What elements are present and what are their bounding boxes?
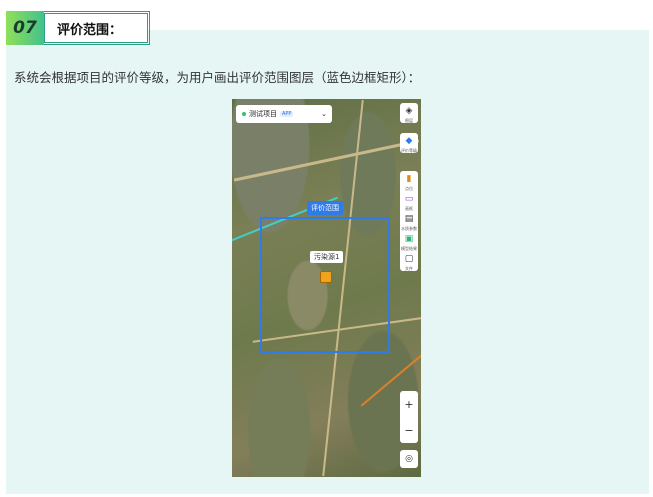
folder-icon: ▢ xyxy=(404,254,414,264)
chart-label: 模型结果 xyxy=(401,246,417,251)
stack-icon: ◆ xyxy=(405,136,413,146)
map-road xyxy=(233,139,420,182)
zoom-in-button[interactable]: + xyxy=(404,398,413,411)
chevron-down-icon: ⌄ xyxy=(321,110,327,118)
project-selector[interactable]: 测试项目 APP ⌄ xyxy=(236,105,332,123)
document-button[interactable]: ▤ 水质参数 xyxy=(400,211,418,231)
level-label: 评价等级 xyxy=(401,148,417,153)
zoom-out-button[interactable]: − xyxy=(404,424,413,437)
status-dot xyxy=(242,112,246,116)
chart-icon: ▣ xyxy=(404,234,414,244)
layers-button[interactable]: ◈ 图层 xyxy=(400,103,418,123)
document-label: 水质参数 xyxy=(401,226,417,231)
map-screenshot: 测试项目 APP ⌄ ◈ 图层 ◆ 评价等级 ▮ 点位 ▭ 画框 ▤ 水质参数 … xyxy=(232,99,421,477)
folder-button[interactable]: ▢ 文件 xyxy=(400,251,418,271)
level-button[interactable]: ◆ 评价等级 xyxy=(400,133,418,153)
document-icon: ▤ xyxy=(404,214,414,224)
locate-icon[interactable]: ◎ xyxy=(400,450,418,468)
folder-label: 文件 xyxy=(405,266,413,271)
rectangle-button[interactable]: ▭ 画框 xyxy=(400,191,418,211)
section-title: 评价范围： xyxy=(44,13,148,43)
point-button[interactable]: ▮ 点位 xyxy=(400,171,418,191)
map-toolbar-tools: ▮ 点位 ▭ 画框 ▤ 水质参数 ▣ 模型结果 ▢ 文件 xyxy=(400,171,418,271)
section-number: 07 xyxy=(6,11,44,45)
section-badge: 07 评价范围： xyxy=(6,11,150,45)
point-icon: ▮ xyxy=(406,174,412,184)
zoom-control: + − xyxy=(400,391,418,443)
pollution-source-label: 污染源1 xyxy=(310,251,344,263)
rectangle-icon: ▭ xyxy=(404,194,414,204)
app-tag: APP xyxy=(280,111,294,117)
project-name: 测试项目 xyxy=(249,110,277,118)
description-text: 系统会根据项目的评价等级，为用户画出评价范围图层（蓝色边框矩形）： xyxy=(14,70,421,85)
evaluation-range-rectangle xyxy=(260,217,390,353)
chart-button[interactable]: ▣ 模型结果 xyxy=(400,231,418,251)
map-toolbar-top: ◈ 图层 xyxy=(400,103,418,123)
layers-label: 图层 xyxy=(405,118,413,123)
pollution-marker-icon[interactable] xyxy=(320,271,332,283)
evaluation-range-label: 评价范围 xyxy=(307,201,343,215)
layers-icon: ◈ xyxy=(405,106,413,116)
map-toolbar-level: ◆ 评价等级 xyxy=(400,133,418,153)
